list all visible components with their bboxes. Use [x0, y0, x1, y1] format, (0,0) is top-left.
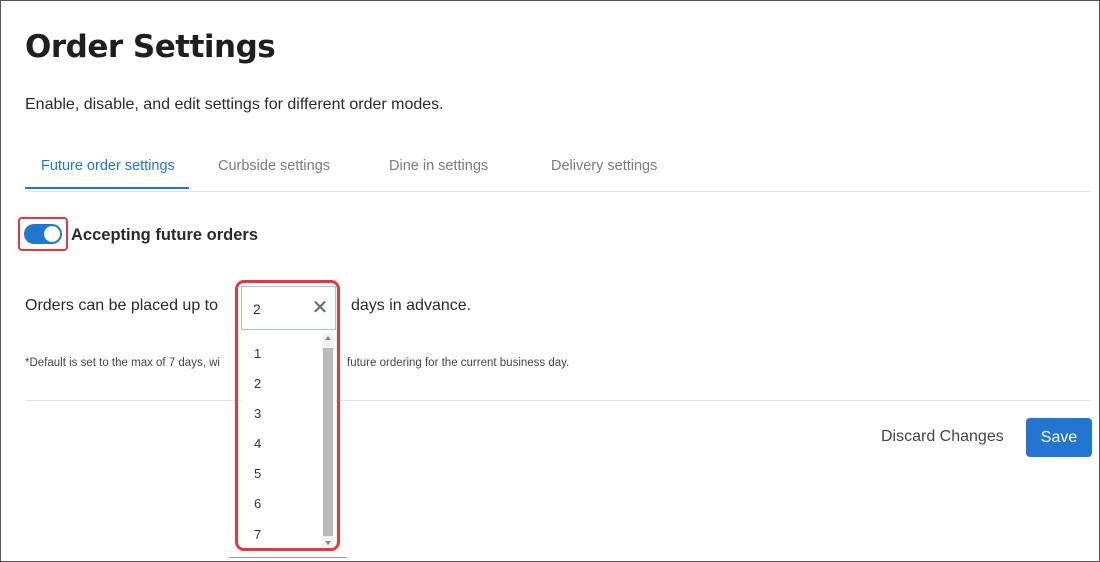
section-divider — [25, 400, 1091, 401]
dropdown-highlight — [235, 280, 340, 551]
toggle-label: Accepting future orders — [71, 226, 259, 244]
default-note-end: future ordering for the current business… — [347, 357, 570, 369]
page-subtitle: Enable, disable, and edit settings for d… — [25, 96, 444, 113]
tab-curbside-settings[interactable]: Curbside settings — [218, 149, 330, 189]
tab-dine-in-settings[interactable]: Dine in settings — [389, 149, 488, 189]
tab-bar: Future order settings Curbside settings … — [25, 149, 1091, 192]
tab-future-order-settings[interactable]: Future order settings — [25, 149, 189, 189]
days-in-advance-label: days in advance. — [351, 297, 472, 314]
orders-advance-label: Orders can be placed up to — [25, 297, 219, 314]
save-button[interactable]: Save — [1026, 418, 1092, 457]
accepting-future-orders-toggle[interactable] — [24, 224, 62, 244]
tab-delivery-settings[interactable]: Delivery settings — [551, 149, 657, 189]
discard-changes-button[interactable]: Discard Changes — [881, 428, 1004, 446]
dropdown-underline — [229, 557, 347, 558]
default-note-start: *Default is set to the max of 7 days, wi — [25, 357, 220, 369]
page-title: Order Settings — [25, 29, 276, 65]
toggle-knob — [44, 226, 60, 242]
order-settings-window: Order Settings Enable, disable, and edit… — [0, 0, 1100, 562]
toggle-highlight — [18, 217, 68, 251]
